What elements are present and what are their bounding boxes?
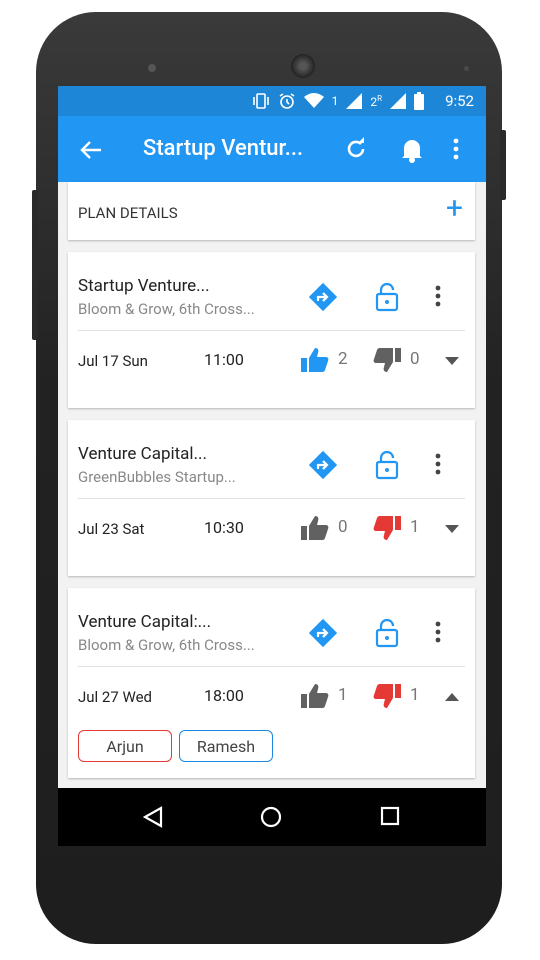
thumbs-up-icon[interactable] — [300, 347, 330, 373]
event-date: Jul 17 Sun — [78, 352, 148, 370]
attendee-name: Arjun — [106, 736, 144, 756]
event-date: Jul 27 Wed — [78, 688, 152, 706]
dislike-count: 0 — [410, 349, 420, 369]
event-location: Bloom & Grow, 6th Cross... — [78, 300, 255, 318]
divider — [78, 666, 465, 667]
thumbs-up-icon[interactable] — [300, 515, 330, 541]
attendee-chip-ramesh[interactable]: Ramesh — [179, 730, 273, 762]
thumbs-down-icon[interactable] — [372, 347, 402, 373]
like-count: 1 — [338, 685, 348, 705]
vibrate-icon — [252, 93, 269, 109]
divider — [78, 330, 465, 331]
dislike-count: 1 — [410, 685, 420, 705]
expand-caret-icon[interactable] — [444, 524, 460, 534]
notification-bell-icon[interactable] — [400, 137, 424, 163]
event-name: Venture Capital:... — [78, 612, 212, 632]
front-camera — [148, 64, 156, 72]
page-title: Startup Ventur... — [143, 136, 304, 161]
clock: 9:52 — [445, 92, 474, 110]
thumbs-down-icon[interactable] — [372, 683, 402, 709]
alarm-icon — [279, 93, 295, 109]
signal-2-icon — [390, 93, 406, 109]
expand-caret-icon[interactable] — [444, 356, 460, 366]
event-card[interactable]: Startup Venture... Bloom & Grow, 6th Cro… — [68, 252, 475, 408]
event-time: 10:30 — [204, 518, 244, 537]
event-menu-icon[interactable] — [434, 452, 442, 476]
overflow-menu-icon[interactable] — [452, 137, 460, 161]
attendee-chip-arjun[interactable]: Arjun — [78, 730, 172, 762]
lock-open-icon[interactable] — [374, 282, 400, 312]
navigation-bar — [58, 788, 486, 846]
screen: 1 2R 9:52 Startup Ventur... PLAN DETAILS… — [58, 86, 486, 846]
attendee-name: Ramesh — [196, 736, 256, 756]
lock-open-icon[interactable] — [374, 450, 400, 480]
event-name: Venture Capital... — [78, 444, 208, 464]
event-menu-icon[interactable] — [434, 284, 442, 308]
signal-1-icon — [346, 93, 363, 109]
plan-details-label: PLAN DETAILS — [78, 204, 178, 222]
directions-icon[interactable] — [308, 618, 338, 648]
directions-icon[interactable] — [308, 282, 338, 312]
thumbs-down-icon[interactable] — [372, 515, 402, 541]
add-plan-button[interactable]: + — [446, 194, 463, 224]
sim2-label: 2R — [370, 93, 382, 109]
sensor — [464, 66, 469, 71]
refresh-icon[interactable] — [344, 137, 368, 161]
event-name: Startup Venture... — [78, 276, 210, 296]
thumbs-up-icon[interactable] — [300, 683, 330, 709]
collapse-caret-icon[interactable] — [444, 692, 460, 702]
back-nav-icon[interactable] — [142, 806, 164, 828]
home-nav-icon[interactable] — [260, 806, 282, 828]
content-list: PLAN DETAILS + Startup Venture... Bloom … — [58, 182, 486, 788]
volume-button — [32, 190, 38, 340]
directions-icon[interactable] — [308, 450, 338, 480]
app-bar: Startup Ventur... — [58, 116, 486, 182]
like-count: 2 — [338, 349, 348, 369]
lock-open-icon[interactable] — [374, 618, 400, 648]
like-count: 0 — [338, 517, 348, 537]
wifi-icon — [303, 93, 324, 108]
event-time: 18:00 — [204, 686, 244, 705]
event-date: Jul 23 Sat — [78, 520, 145, 538]
event-location: Bloom & Grow, 6th Cross... — [78, 636, 255, 654]
sim1-label: 1 — [331, 94, 339, 108]
recents-nav-icon[interactable] — [380, 806, 400, 826]
divider — [78, 498, 465, 499]
dislike-count: 1 — [410, 517, 420, 537]
power-button — [500, 130, 506, 200]
plan-details-header: PLAN DETAILS + — [68, 182, 475, 240]
earpiece-speaker — [291, 54, 315, 78]
event-time: 11:00 — [204, 350, 244, 369]
status-bar: 1 2R 9:52 — [58, 86, 486, 116]
event-menu-icon[interactable] — [434, 620, 442, 644]
back-arrow-icon[interactable] — [80, 140, 102, 160]
event-card[interactable]: Venture Capital:... Bloom & Grow, 6th Cr… — [68, 588, 475, 778]
battery-icon — [414, 92, 424, 110]
event-card[interactable]: Venture Capital... GreenBubbles Startup.… — [68, 420, 475, 576]
event-location: GreenBubbles Startup... — [78, 468, 236, 486]
